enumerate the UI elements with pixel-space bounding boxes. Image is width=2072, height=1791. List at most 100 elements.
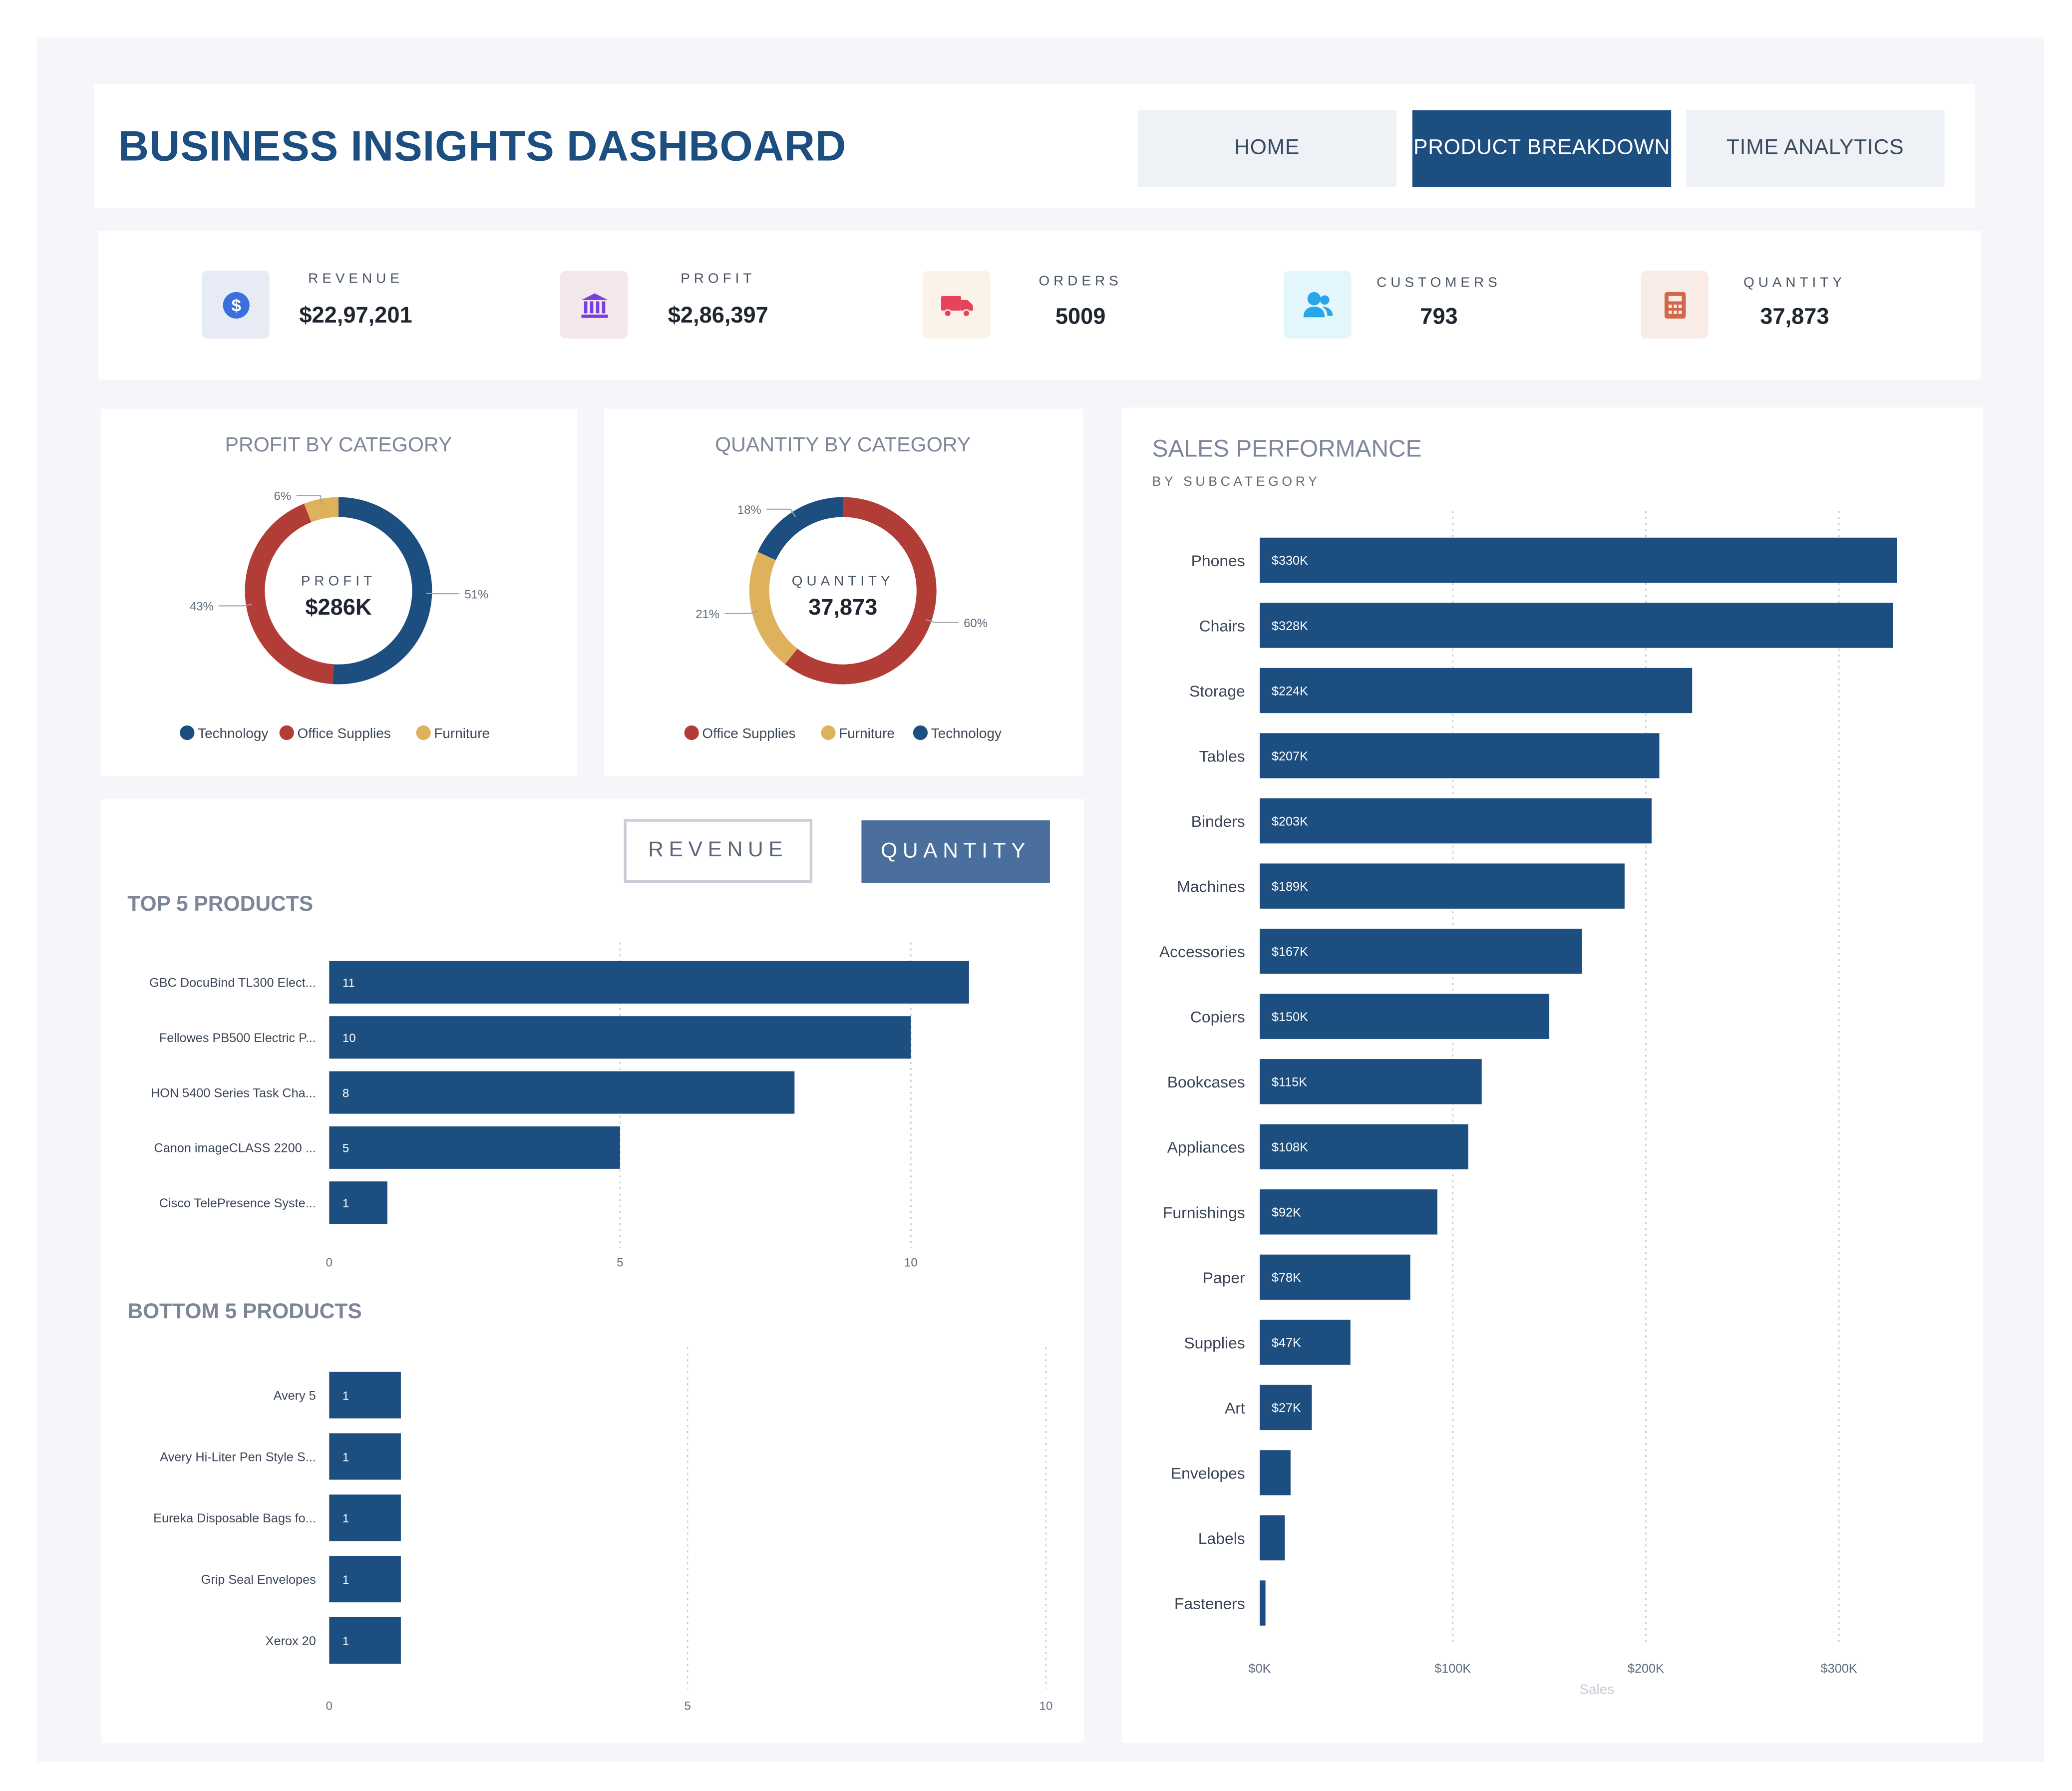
data-label-appliances: $108K: [1272, 1140, 1308, 1154]
category-label: Xerox 20: [266, 1634, 316, 1648]
legend-label-technology: Technology: [198, 725, 268, 741]
category-label: Eureka Disposable Bags fo...: [153, 1511, 316, 1525]
slice-label-technology: 51%: [464, 588, 488, 601]
slice-office-supplies: [245, 503, 334, 685]
slice-furniture: [749, 552, 798, 665]
data-label: 1: [343, 1635, 349, 1648]
bottom-5-products-title: BOTTOM 5 PRODUCTS: [127, 1301, 362, 1324]
data-label-supplies: $47K: [1272, 1336, 1301, 1350]
category-label: Cisco TelePresence Syste...: [159, 1196, 316, 1210]
category-label-bookcases: Bookcases: [1167, 1073, 1245, 1091]
data-label: 8: [343, 1086, 349, 1100]
category-label: Avery 5: [274, 1389, 316, 1403]
x-axis-title: Sales: [1579, 1681, 1614, 1697]
top-5-products-title: TOP 5 PRODUCTS: [127, 893, 314, 916]
x-tick-label: $0K: [1249, 1662, 1271, 1676]
data-label: 1: [343, 1197, 349, 1210]
kpi-orders-label: ORDERS: [1038, 273, 1122, 290]
category-label-labels: Labels: [1198, 1529, 1245, 1547]
category-label-fasteners: Fasteners: [1174, 1594, 1245, 1612]
quantity-toggle-button[interactable]: QUANTITY: [861, 820, 1050, 883]
bar: [329, 1617, 401, 1664]
x-tick-label: 5: [685, 1699, 691, 1713]
category-label: Fellowes PB500 Electric P...: [159, 1031, 316, 1045]
bar: [329, 1556, 401, 1603]
category-label-phones: Phones: [1191, 552, 1245, 570]
category-label-paper: Paper: [1203, 1269, 1245, 1287]
bar: [329, 1433, 401, 1480]
data-label-machines: $189K: [1272, 880, 1308, 894]
legend-dot-office-supplies: [684, 725, 699, 740]
donut-center-label: PROFIT: [301, 573, 376, 588]
users-icon: [1283, 271, 1352, 339]
slice-furniture: [304, 497, 339, 523]
category-label: Canon imageCLASS 2200 ...: [154, 1141, 316, 1155]
kpi-quantity-label: QUANTITY: [1743, 275, 1846, 291]
legend-dot-office-supplies: [279, 725, 294, 740]
sales-performance-chart: $0K $100K $200K $300K Sales Phones $330K Chairs…: [1159, 511, 1897, 1697]
bar: [329, 1126, 620, 1169]
revenue-toggle-button[interactable]: REVENUE: [624, 819, 813, 883]
category-label-binders: Binders: [1191, 812, 1245, 830]
donut-center-value: 37,873: [808, 594, 877, 620]
data-label: 1: [343, 1389, 349, 1403]
x-tick-label: 0: [326, 1699, 333, 1713]
slice-label-office-supplies: 43%: [190, 600, 214, 614]
data-label: 1: [343, 1512, 349, 1525]
category-label-copiers: Copiers: [1190, 1008, 1245, 1026]
bar-labels: [1260, 1515, 1285, 1561]
kpi-profit-label: PROFIT: [681, 271, 756, 287]
legend-dot-technology: [180, 725, 195, 740]
legend-label-office-supplies: Office Supplies: [702, 725, 795, 741]
bar: [329, 1372, 401, 1419]
legend-label-technology: Technology: [931, 725, 1002, 741]
page-title: BUSINESS INSIGHTS DASHBOARD: [118, 122, 847, 170]
category-label-appliances: Appliances: [1167, 1138, 1245, 1156]
x-tick-label: 10: [1039, 1699, 1053, 1713]
category-label: GBC DocuBind TL300 Elect...: [149, 976, 316, 990]
category-label: Grip Seal Envelopes: [201, 1573, 316, 1587]
sales-performance-subtitle: BY SUBCATEGORY: [1152, 475, 1321, 490]
svg-text:$: $: [231, 296, 240, 315]
bar-tables: [1260, 733, 1660, 778]
data-label-copiers: $150K: [1272, 1010, 1308, 1024]
data-label: 1: [343, 1450, 349, 1464]
category-label-supplies: Supplies: [1184, 1334, 1245, 1352]
bar-phones: [1260, 537, 1897, 583]
category-label: Avery Hi-Liter Pen Style S...: [160, 1450, 316, 1464]
data-label-phones: $330K: [1272, 554, 1308, 568]
kpi-revenue-label: REVENUE: [308, 271, 403, 287]
data-label: 10: [343, 1032, 356, 1045]
bar-machines: [1260, 863, 1625, 909]
x-tick-label: $300K: [1821, 1662, 1857, 1676]
nav-product-breakdown-button[interactable]: PRODUCT BREAKDOWN: [1412, 110, 1672, 187]
nav-home-button[interactable]: HOME: [1137, 110, 1396, 187]
slice-label-furniture: 6%: [274, 490, 292, 503]
legend-dot-furniture: [416, 725, 431, 740]
category-label-chairs: Chairs: [1199, 617, 1245, 635]
category-label-accessories: Accessories: [1159, 943, 1245, 961]
x-tick-label: $100K: [1434, 1662, 1471, 1676]
category-label-machines: Machines: [1177, 878, 1245, 896]
data-label-storage: $224K: [1272, 684, 1308, 698]
donut-center-value: $286K: [305, 594, 372, 620]
x-tick-label: 5: [617, 1256, 623, 1269]
category-label-art: Art: [1225, 1399, 1245, 1417]
category-label-storage: Storage: [1189, 682, 1245, 700]
bar-storage: [1260, 668, 1693, 714]
kpi-profit-value: $2,86,397: [668, 303, 768, 328]
legend-label-furniture: Furniture: [434, 725, 490, 741]
category-label-tables: Tables: [1199, 747, 1245, 765]
dashboard: BUSINESS INSIGHTS DASHBOARD HOME PRODUCT…: [0, 0, 2072, 1791]
bar: [329, 1181, 387, 1224]
kpi-quantity-value: 37,873: [1760, 304, 1829, 330]
dollar-icon: $: [202, 271, 270, 339]
kpi-customers-label: CUSTOMERS: [1377, 275, 1501, 291]
slice-label-office-supplies: 60%: [964, 617, 988, 630]
nav-time-analytics-button[interactable]: TIME ANALYTICS: [1686, 110, 1945, 187]
bank-icon: [560, 271, 628, 339]
kpi-customers-value: 793: [1420, 304, 1458, 330]
data-label-furnishings: $92K: [1272, 1206, 1301, 1220]
category-label-envelopes: Envelopes: [1171, 1464, 1245, 1482]
data-label: 11: [343, 977, 355, 990]
